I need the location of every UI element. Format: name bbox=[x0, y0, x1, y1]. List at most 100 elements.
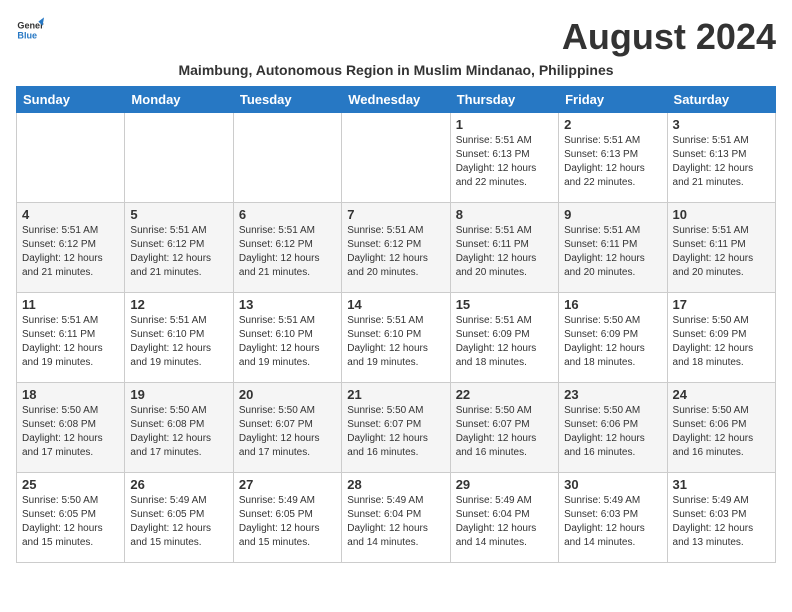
day-cell: 19Sunrise: 5:50 AMSunset: 6:08 PMDayligh… bbox=[125, 383, 233, 473]
week-row-4: 18 Sunrise: 5:50 AMSunset: 6:08 PMDayligh… bbox=[17, 383, 776, 473]
day-cell: 17 Sunrise: 5:50 AMSunset: 6:09 PMDayligh… bbox=[667, 293, 775, 383]
day-info: Sunrise: 5:51 AMSunset: 6:10 PMDaylight:… bbox=[130, 314, 227, 370]
day-number: 9 bbox=[564, 207, 661, 222]
calendar-table: SundayMondayTuesdayWednesdayThursdayFrid… bbox=[16, 86, 776, 563]
day-number: 28 bbox=[347, 477, 444, 492]
day-cell: 30Sunrise: 5:49 AMSunset: 6:03 PMDayligh… bbox=[559, 473, 667, 563]
header-sunday: Sunday bbox=[17, 87, 125, 113]
day-number: 25 bbox=[22, 477, 119, 492]
day-info: Sunrise: 5:49 AMSunset: 6:04 PMDaylight:… bbox=[456, 494, 553, 550]
day-cell: 12 Sunrise: 5:51 AMSunset: 6:10 PMDayligh… bbox=[125, 293, 233, 383]
day-number: 29 bbox=[456, 477, 553, 492]
day-cell: 4Sunrise: 5:51 AMSunset: 6:12 PMDaylight… bbox=[17, 203, 125, 293]
day-cell: 28 Sunrise: 5:49 AMSunset: 6:04 PMDayligh… bbox=[342, 473, 450, 563]
day-number: 26 bbox=[130, 477, 227, 492]
day-cell: 5 Sunrise: 5:51 AMSunset: 6:12 PMDaylight… bbox=[125, 203, 233, 293]
day-number: 23 bbox=[564, 387, 661, 402]
day-info: Sunrise: 5:50 AMSunset: 6:08 PMDaylight:… bbox=[22, 404, 119, 460]
header-saturday: Saturday bbox=[667, 87, 775, 113]
day-cell: 31 Sunrise: 5:49 AMSunset: 6:03 PMDayligh… bbox=[667, 473, 775, 563]
day-cell: 11 Sunrise: 5:51 AMSunset: 6:11 PMDayligh… bbox=[17, 293, 125, 383]
page-header: General Blue August 2024 bbox=[16, 16, 776, 58]
day-info: Sunrise: 5:51 AMSunset: 6:12 PMDaylight:… bbox=[347, 224, 444, 280]
header-monday: Monday bbox=[125, 87, 233, 113]
day-cell: 23 Sunrise: 5:50 AMSunset: 6:06 PMDayligh… bbox=[559, 383, 667, 473]
day-cell bbox=[233, 113, 341, 203]
day-cell: 9 Sunrise: 5:51 AMSunset: 6:11 PMDaylight… bbox=[559, 203, 667, 293]
day-info: Sunrise: 5:51 AMSunset: 6:11 PMDaylight:… bbox=[456, 224, 553, 280]
header-thursday: Thursday bbox=[450, 87, 558, 113]
day-info: Sunrise: 5:51 AMSunset: 6:13 PMDaylight:… bbox=[456, 134, 553, 190]
day-info: Sunrise: 5:51 AMSunset: 6:13 PMDaylight:… bbox=[673, 134, 770, 190]
day-cell bbox=[342, 113, 450, 203]
day-info: Sunrise: 5:49 AMSunset: 6:03 PMDaylight:… bbox=[673, 494, 770, 550]
day-info: Sunrise: 5:50 AMSunset: 6:07 PMDaylight:… bbox=[347, 404, 444, 460]
day-info: Sunrise: 5:51 AMSunset: 6:11 PMDaylight:… bbox=[564, 224, 661, 280]
day-number: 8 bbox=[456, 207, 553, 222]
header-friday: Friday bbox=[559, 87, 667, 113]
day-cell bbox=[17, 113, 125, 203]
day-number: 18 bbox=[22, 387, 119, 402]
header-tuesday: Tuesday bbox=[233, 87, 341, 113]
week-row-2: 4Sunrise: 5:51 AMSunset: 6:12 PMDaylight… bbox=[17, 203, 776, 293]
day-cell: 14Sunrise: 5:51 AMSunset: 6:10 PMDayligh… bbox=[342, 293, 450, 383]
day-number: 31 bbox=[673, 477, 770, 492]
day-number: 16 bbox=[564, 297, 661, 312]
day-number: 14 bbox=[347, 297, 444, 312]
day-cell: 26Sunrise: 5:49 AMSunset: 6:05 PMDayligh… bbox=[125, 473, 233, 563]
day-info: Sunrise: 5:50 AMSunset: 6:06 PMDaylight:… bbox=[673, 404, 770, 460]
day-info: Sunrise: 5:50 AMSunset: 6:07 PMDaylight:… bbox=[456, 404, 553, 460]
day-info: Sunrise: 5:50 AMSunset: 6:06 PMDaylight:… bbox=[564, 404, 661, 460]
day-number: 12 bbox=[130, 297, 227, 312]
day-cell: 3 Sunrise: 5:51 AMSunset: 6:13 PMDaylight… bbox=[667, 113, 775, 203]
day-info: Sunrise: 5:51 AMSunset: 6:11 PMDaylight:… bbox=[22, 314, 119, 370]
day-cell: 22 Sunrise: 5:50 AMSunset: 6:07 PMDayligh… bbox=[450, 383, 558, 473]
day-number: 22 bbox=[456, 387, 553, 402]
month-title: August 2024 bbox=[562, 16, 776, 58]
day-number: 11 bbox=[22, 297, 119, 312]
day-info: Sunrise: 5:50 AMSunset: 6:05 PMDaylight:… bbox=[22, 494, 119, 550]
day-cell: 10Sunrise: 5:51 AMSunset: 6:11 PMDayligh… bbox=[667, 203, 775, 293]
day-info: Sunrise: 5:49 AMSunset: 6:04 PMDaylight:… bbox=[347, 494, 444, 550]
day-info: Sunrise: 5:51 AMSunset: 6:09 PMDaylight:… bbox=[456, 314, 553, 370]
day-info: Sunrise: 5:51 AMSunset: 6:12 PMDaylight:… bbox=[22, 224, 119, 280]
day-cell: 7Sunrise: 5:51 AMSunset: 6:12 PMDaylight… bbox=[342, 203, 450, 293]
day-cell: 21 Sunrise: 5:50 AMSunset: 6:07 PMDayligh… bbox=[342, 383, 450, 473]
day-cell: 29 Sunrise: 5:49 AMSunset: 6:04 PMDayligh… bbox=[450, 473, 558, 563]
logo-icon: General Blue bbox=[16, 16, 44, 44]
svg-text:Blue: Blue bbox=[17, 30, 37, 40]
day-cell: 15 Sunrise: 5:51 AMSunset: 6:09 PMDayligh… bbox=[450, 293, 558, 383]
day-info: Sunrise: 5:50 AMSunset: 6:07 PMDaylight:… bbox=[239, 404, 336, 460]
day-number: 17 bbox=[673, 297, 770, 312]
day-cell: 20Sunrise: 5:50 AMSunset: 6:07 PMDayligh… bbox=[233, 383, 341, 473]
week-row-3: 11 Sunrise: 5:51 AMSunset: 6:11 PMDayligh… bbox=[17, 293, 776, 383]
week-row-1: 1Sunrise: 5:51 AMSunset: 6:13 PMDaylight… bbox=[17, 113, 776, 203]
day-info: Sunrise: 5:50 AMSunset: 6:09 PMDaylight:… bbox=[673, 314, 770, 370]
day-cell: 18 Sunrise: 5:50 AMSunset: 6:08 PMDayligh… bbox=[17, 383, 125, 473]
day-number: 6 bbox=[239, 207, 336, 222]
header-row: SundayMondayTuesdayWednesdayThursdayFrid… bbox=[17, 87, 776, 113]
day-number: 3 bbox=[673, 117, 770, 132]
day-cell: 24 Sunrise: 5:50 AMSunset: 6:06 PMDayligh… bbox=[667, 383, 775, 473]
day-info: Sunrise: 5:51 AMSunset: 6:13 PMDaylight:… bbox=[564, 134, 661, 190]
day-number: 5 bbox=[130, 207, 227, 222]
week-row-5: 25 Sunrise: 5:50 AMSunset: 6:05 PMDayligh… bbox=[17, 473, 776, 563]
day-info: Sunrise: 5:49 AMSunset: 6:05 PMDaylight:… bbox=[239, 494, 336, 550]
day-cell: 8 Sunrise: 5:51 AMSunset: 6:11 PMDaylight… bbox=[450, 203, 558, 293]
day-info: Sunrise: 5:51 AMSunset: 6:10 PMDaylight:… bbox=[239, 314, 336, 370]
day-info: Sunrise: 5:50 AMSunset: 6:09 PMDaylight:… bbox=[564, 314, 661, 370]
day-info: Sunrise: 5:49 AMSunset: 6:03 PMDaylight:… bbox=[564, 494, 661, 550]
day-cell: 1Sunrise: 5:51 AMSunset: 6:13 PMDaylight… bbox=[450, 113, 558, 203]
header-wednesday: Wednesday bbox=[342, 87, 450, 113]
day-number: 13 bbox=[239, 297, 336, 312]
day-number: 15 bbox=[456, 297, 553, 312]
day-cell: 25 Sunrise: 5:50 AMSunset: 6:05 PMDayligh… bbox=[17, 473, 125, 563]
day-info: Sunrise: 5:51 AMSunset: 6:12 PMDaylight:… bbox=[130, 224, 227, 280]
day-info: Sunrise: 5:51 AMSunset: 6:12 PMDaylight:… bbox=[239, 224, 336, 280]
day-number: 21 bbox=[347, 387, 444, 402]
day-cell: 27Sunrise: 5:49 AMSunset: 6:05 PMDayligh… bbox=[233, 473, 341, 563]
day-number: 24 bbox=[673, 387, 770, 402]
calendar-subtitle: Maimbung, Autonomous Region in Muslim Mi… bbox=[16, 62, 776, 78]
day-number: 2 bbox=[564, 117, 661, 132]
logo: General Blue bbox=[16, 16, 44, 44]
